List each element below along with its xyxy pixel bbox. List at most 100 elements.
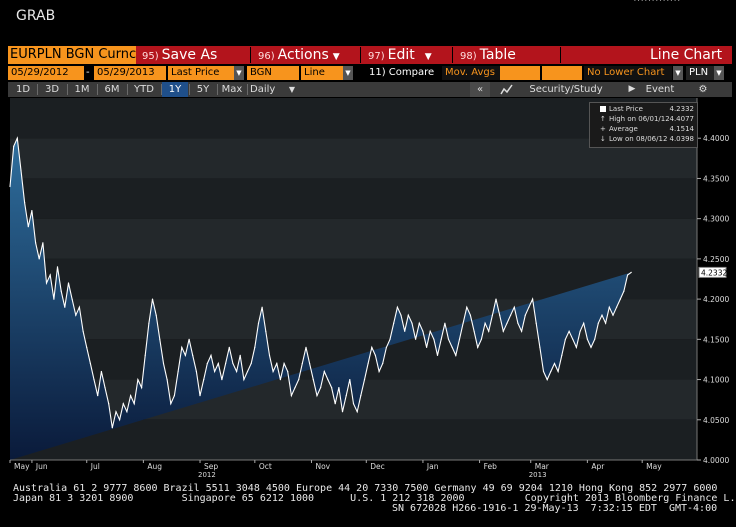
- price-point: [173, 395, 175, 397]
- y-tick-label: 4.2000: [703, 295, 729, 304]
- x-year-label: 2013: [529, 471, 547, 479]
- price-point: [162, 362, 165, 365]
- price-point: [327, 379, 329, 381]
- chart-legend: Last Price 4.2332 ↑ High on 06/01/12 4.4…: [589, 102, 698, 148]
- price-point: [177, 370, 179, 373]
- price-point: [137, 379, 139, 381]
- price-point: [374, 354, 376, 356]
- price-point: [210, 354, 212, 356]
- price-point: [309, 362, 311, 365]
- price-point: [404, 330, 406, 332]
- price-point: [550, 370, 552, 373]
- price-point: [170, 403, 172, 405]
- price-point: [331, 387, 333, 389]
- price-point: [239, 354, 241, 356]
- price-point: [155, 314, 157, 316]
- price-point: [246, 370, 249, 373]
- price-point: [283, 362, 285, 365]
- price-point: [312, 379, 314, 381]
- price-point: [458, 338, 461, 340]
- legend-average-label: Average: [609, 125, 638, 133]
- price-point: [440, 338, 442, 340]
- price-point: [181, 346, 183, 348]
- price-point: [535, 322, 537, 324]
- price-point: [166, 379, 168, 381]
- price-point: [119, 419, 121, 421]
- legend-high-value: 4.4077: [669, 115, 695, 123]
- price-point: [532, 298, 534, 300]
- price-point: [203, 379, 205, 381]
- price-point: [265, 330, 267, 332]
- y-tick-label: 4.3000: [703, 215, 729, 224]
- price-point: [455, 354, 457, 356]
- price-point: [93, 379, 95, 381]
- price-point: [484, 322, 486, 324]
- price-point: [477, 346, 479, 348]
- price-point: [553, 362, 556, 365]
- chart-band: [10, 218, 697, 259]
- price-point: [521, 330, 523, 332]
- price-point: [422, 330, 424, 332]
- price-point: [250, 362, 252, 365]
- price-point: [619, 298, 621, 300]
- price-point: [517, 322, 519, 324]
- price-point: [130, 395, 132, 397]
- price-point: [254, 346, 256, 348]
- price-point: [601, 314, 603, 316]
- legend-low-value: 4.0398: [669, 135, 695, 143]
- price-point: [564, 338, 567, 340]
- price-point: [393, 322, 395, 324]
- price-point: [301, 362, 303, 365]
- price-point: [605, 322, 607, 324]
- price-point: [488, 330, 490, 332]
- price-point: [451, 346, 453, 348]
- price-point: [159, 338, 161, 340]
- price-point: [232, 362, 234, 365]
- x-tick-label: May: [14, 462, 30, 471]
- price-point: [469, 314, 471, 316]
- price-point: [334, 403, 336, 405]
- price-point: [261, 306, 263, 308]
- price-point: [367, 362, 369, 365]
- x-tick-label: Jun: [35, 462, 48, 471]
- price-point: [320, 387, 322, 389]
- price-point: [290, 395, 292, 397]
- price-point: [436, 354, 439, 356]
- legend-low-label: Low on 08/06/12: [609, 135, 668, 143]
- price-point: [104, 387, 106, 389]
- price-point: [656, 0, 658, 1]
- x-tick-label: Nov: [315, 462, 330, 471]
- x-tick-label: Sep: [204, 462, 218, 471]
- y-tick-label: 4.4000: [703, 134, 729, 143]
- price-point: [228, 346, 230, 348]
- price-chart: 4.4000 4.3500 4.3000 4.2500 4.2000 4.1500 4.10…: [9, 0, 729, 479]
- y-tick-label: 4.1500: [703, 335, 729, 344]
- price-point: [195, 370, 197, 373]
- high-arrow-icon: ↑: [600, 115, 606, 123]
- footer-session-line: SN 672028 H266-1916-1 29-May-13 7:32:15 …: [392, 503, 718, 514]
- x-tick-label: May: [646, 462, 662, 471]
- price-point: [634, 0, 636, 1]
- price-point: [49, 274, 51, 276]
- y-tick-label: 4.2500: [703, 255, 729, 264]
- y-tick-label: 4.1000: [703, 376, 729, 385]
- price-point: [663, 0, 665, 1]
- price-point: [323, 370, 325, 373]
- x-tick-label: Dec: [370, 462, 385, 471]
- price-point: [447, 338, 450, 340]
- price-point: [53, 298, 55, 300]
- price-point: [38, 258, 40, 260]
- price-point: [407, 314, 409, 316]
- price-point: [612, 314, 614, 316]
- price-point: [385, 346, 387, 348]
- price-point: [659, 0, 662, 1]
- price-point: [371, 346, 373, 348]
- price-point: [378, 370, 380, 373]
- price-point: [100, 370, 102, 373]
- x-year-label: 2012: [198, 471, 216, 479]
- legend-last-label: Last Price: [609, 105, 643, 113]
- price-point: [141, 387, 143, 389]
- price-point: [466, 306, 468, 308]
- legend-last-value: 4.2332: [669, 105, 695, 113]
- price-point: [13, 145, 15, 147]
